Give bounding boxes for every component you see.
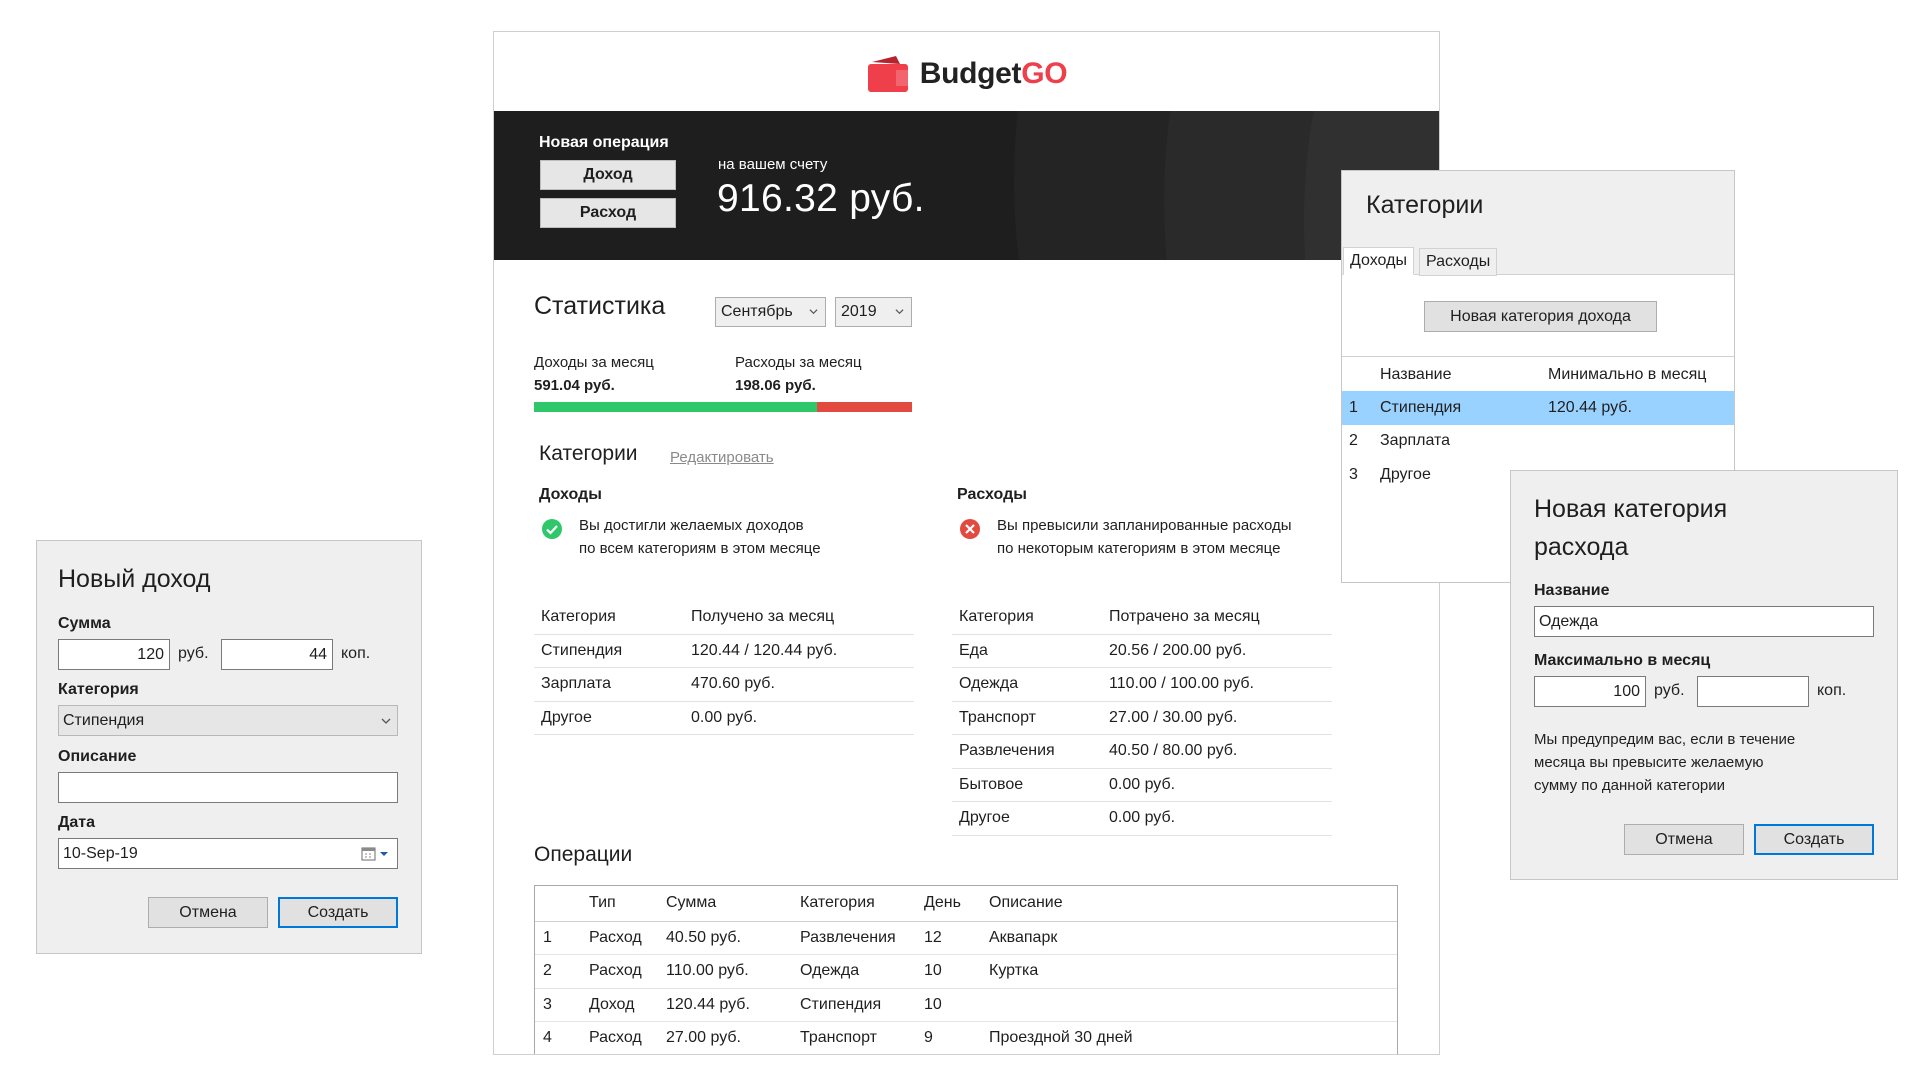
column-header: Получено за месяц — [684, 600, 914, 635]
column-header[interactable]: День — [916, 886, 981, 922]
table-row: Еда 20.56 / 200.00 руб. — [952, 634, 1332, 668]
chevron-down-icon — [895, 309, 904, 315]
name-label: Название — [1534, 582, 1610, 599]
balance-value: 916.32 руб. — [717, 177, 925, 220]
description-input[interactable] — [58, 772, 398, 803]
new-income-category-button[interactable]: Новая категория дохода — [1424, 301, 1657, 332]
column-header[interactable]: Название — [1373, 358, 1541, 391]
check-circle-icon — [542, 519, 562, 539]
column-header: Категория — [534, 600, 684, 635]
date-picker[interactable]: 10-Sep-19 — [58, 838, 398, 869]
main-window: BudgetGO Новая операция Доход Расход на … — [493, 31, 1440, 1055]
brand-name: BudgetGO — [919, 56, 1068, 90]
operations-table[interactable]: Тип Сумма Категория День Описание 1 Расхо… — [534, 885, 1398, 1054]
categories-title: Категории — [539, 442, 638, 465]
column-header[interactable]: Минимально в месяц — [1541, 358, 1734, 391]
expense-categories-table: Категория Потрачено за месяц Еда 20.56 / … — [952, 600, 1332, 836]
rub-input[interactable]: 100 — [1534, 676, 1646, 707]
edit-categories-link[interactable]: Редактировать — [670, 449, 774, 466]
brand-header: BudgetGO — [494, 32, 1439, 111]
column-header[interactable]: Сумма — [658, 886, 792, 922]
income-expense-bar — [534, 402, 912, 412]
chevron-down-icon — [809, 309, 818, 315]
table-row[interactable]: 3 Доход 120.44 руб. Стипендия 10 — [535, 988, 1397, 1022]
chevron-down-icon — [381, 718, 391, 724]
kop-unit: коп. — [341, 645, 371, 662]
table-row[interactable]: 4 Расход 27.00 руб. Транспорт 9 Проездной 30 … — [535, 1021, 1397, 1054]
column-header: Потрачено за месяц — [1102, 600, 1332, 635]
table-row: Стипендия 120.44 / 120.44 руб. — [534, 634, 914, 668]
window-title: Категории — [1366, 191, 1484, 219]
table-row[interactable]: 2 Расход 110.00 руб. Одежда 10 Куртка — [535, 954, 1397, 989]
tab-income[interactable]: Доходы — [1343, 247, 1414, 275]
sum-label: Сумма — [58, 615, 111, 632]
max-label: Максимально в месяц — [1534, 652, 1711, 669]
description-label: Описание — [58, 748, 137, 765]
new-operation-label: Новая операция — [539, 134, 669, 151]
kop-input[interactable] — [1697, 676, 1809, 707]
expense-status-text: Вы превысили запланированные расходы по … — [997, 517, 1292, 557]
create-button[interactable]: Создать — [278, 897, 398, 928]
expense-heading: Расходы — [957, 486, 1027, 503]
wallet-logo-icon — [867, 55, 908, 92]
tab-expenses[interactable]: Расходы — [1419, 248, 1498, 276]
calendar-dropdown-icon — [361, 847, 388, 861]
column-header[interactable]: Тип — [581, 886, 658, 922]
create-button[interactable]: Создать — [1754, 824, 1874, 855]
table-row: Развлечения 40.50 / 80.00 руб. — [952, 734, 1332, 769]
cancel-button[interactable]: Отмена — [1624, 824, 1744, 855]
cancel-button[interactable]: Отмена — [148, 897, 268, 928]
rub-unit: руб. — [178, 645, 209, 662]
table-row: Другое 0.00 руб. — [534, 701, 914, 735]
add-expense-button[interactable]: Расход — [540, 198, 676, 228]
dialog-title: Новый доход — [58, 565, 211, 593]
table-row: Зарплата 470.60 руб. — [534, 667, 914, 702]
date-label: Дата — [58, 814, 96, 831]
monthly-income-value: 591.04 руб. — [534, 377, 615, 394]
list-item[interactable]: 1 Стипендия 120.44 руб. — [1342, 391, 1734, 425]
income-categories-table: Категория Получено за месяц Стипендия 120… — [534, 600, 914, 735]
balance-banner: Новая операция Доход Расход на вашем сче… — [494, 111, 1439, 260]
operations-title: Операции — [534, 843, 633, 866]
month-select[interactable]: Сентябрь — [715, 297, 826, 327]
table-row: Транспорт 27.00 / 30.00 руб. — [952, 701, 1332, 735]
limit-warning-note: Мы предупредим вас, если в течение месяц… — [1534, 731, 1796, 794]
monthly-expense-label: Расходы за месяц — [735, 354, 862, 371]
add-income-button[interactable]: Доход — [540, 160, 676, 190]
monthly-expense-value: 198.06 руб. — [735, 377, 816, 394]
column-header — [535, 886, 581, 922]
balance-label: на вашем счету — [718, 156, 828, 173]
income-status-text: Вы достигли желаемых доходов по всем кат… — [579, 517, 821, 557]
category-select[interactable]: Стипендия — [58, 705, 398, 736]
new-expense-category-dialog: Новая категория расхода Название Одежда … — [1510, 470, 1898, 880]
name-input[interactable]: Одежда — [1534, 606, 1874, 637]
kop-unit: коп. — [1817, 682, 1847, 699]
new-income-dialog: Новый доход Сумма 120 руб. 44 коп. Катег… — [36, 540, 422, 954]
statistics-title: Статистика — [534, 292, 666, 320]
table-row: Бытовое 0.00 руб. — [952, 768, 1332, 802]
year-select[interactable]: 2019 — [835, 297, 912, 327]
rub-input[interactable]: 120 — [58, 639, 170, 670]
monthly-income-label: Доходы за месяц — [534, 354, 654, 371]
column-header[interactable]: Категория — [792, 886, 916, 922]
error-circle-icon — [960, 519, 980, 539]
rub-unit: руб. — [1654, 682, 1685, 699]
income-share-fill — [534, 402, 818, 412]
table-row: Одежда 110.00 / 100.00 руб. — [952, 667, 1332, 702]
list-item[interactable]: 2 Зарплата — [1342, 425, 1734, 459]
table-row[interactable]: 1 Расход 40.50 руб. Развлечения 12 Аквапарк — [535, 921, 1397, 955]
table-row: Другое 0.00 руб. — [952, 801, 1332, 836]
income-heading: Доходы — [539, 486, 602, 503]
kop-input[interactable]: 44 — [221, 639, 333, 670]
category-label: Категория — [58, 681, 139, 698]
column-header: Категория — [952, 600, 1102, 635]
dialog-title: Новая категория расхода — [1534, 495, 1728, 561]
column-header[interactable]: Описание — [981, 886, 1397, 922]
